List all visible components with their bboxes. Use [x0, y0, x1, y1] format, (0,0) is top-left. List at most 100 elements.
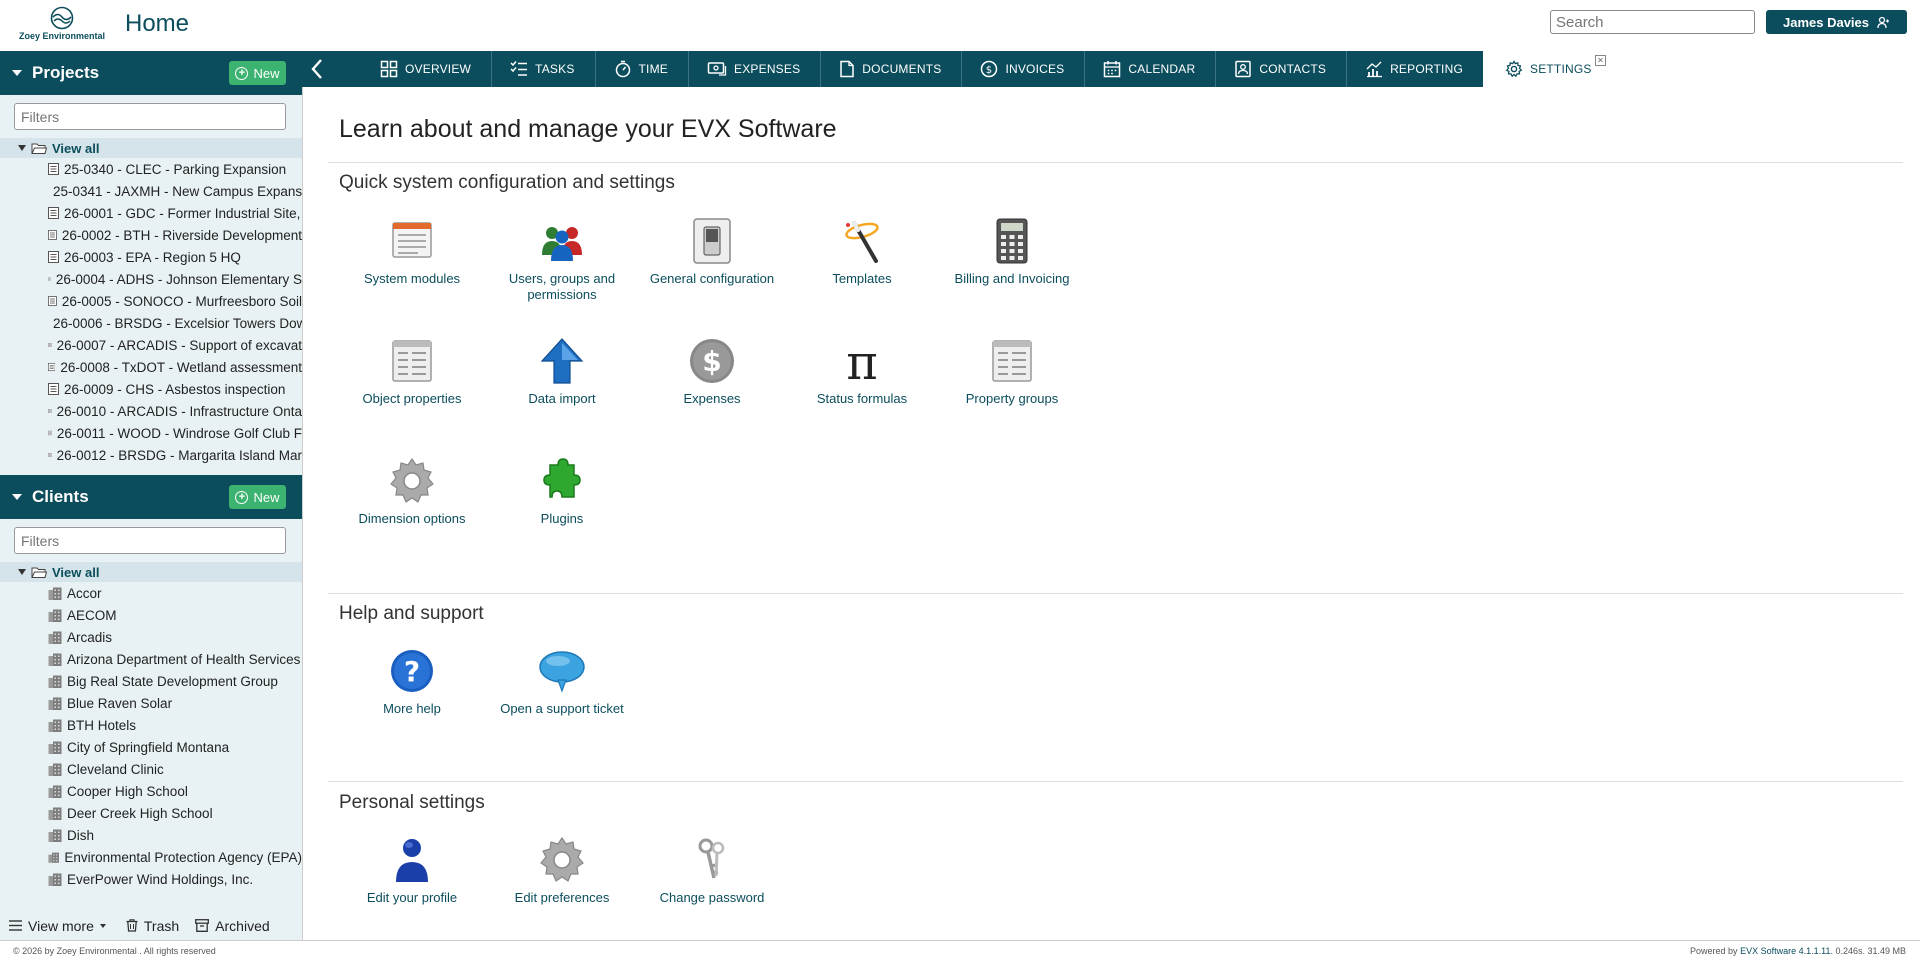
building-icon [48, 697, 62, 710]
tile-data-import[interactable]: Data import [497, 337, 627, 407]
tile-users-groups-permissions[interactable]: Users, groups and permissions [497, 217, 627, 303]
tile-open-support-ticket[interactable]: Open a support ticket [497, 647, 627, 717]
project-item[interactable]: 26-0005 - SONOCO - Murfreesboro Soil [0, 290, 302, 312]
tile-label: Dimension options [358, 511, 466, 526]
project-item[interactable]: 26-0006 - BRSDG - Excelsior Towers Dow [0, 312, 302, 334]
tab-calendar[interactable]: CALENDAR [1084, 51, 1215, 87]
tab-time[interactable]: TIME [594, 51, 688, 87]
project-item[interactable]: 26-0008 - TxDOT - Wetland assessment [0, 356, 302, 378]
client-item[interactable]: Arcadis [0, 626, 302, 648]
project-item[interactable]: 26-0007 - ARCADIS - Support of excavat [0, 334, 302, 356]
tile-edit-preferences[interactable]: Edit preferences [497, 836, 627, 906]
tile-templates[interactable]: Templates [797, 217, 927, 287]
project-item[interactable]: 25-0340 - CLEC - Parking Expansion [0, 158, 302, 180]
tile-label: System modules [363, 271, 461, 286]
collapse-sidebar-button[interactable] [302, 51, 332, 87]
tile-expenses[interactable]: $ Expenses [647, 337, 777, 407]
search-input[interactable] [1551, 12, 1755, 32]
user-menu-button[interactable]: James Davies [1766, 10, 1907, 34]
tile-dimension-options[interactable]: Dimension options [347, 457, 477, 527]
projects-panel-header[interactable]: Projects + New [0, 51, 302, 95]
tree-expand-icon[interactable] [18, 569, 26, 575]
close-tab-button[interactable]: ✕ [1595, 55, 1606, 66]
client-item[interactable]: Blue Raven Solar [0, 692, 302, 714]
sidebar-footer: View more Trash Archived [0, 911, 302, 940]
client-item[interactable]: City of Springfield Montana [0, 736, 302, 758]
client-item[interactable]: BTH Hotels [0, 714, 302, 736]
item-label: 26-0003 - EPA - Region 5 HQ [64, 249, 241, 265]
tab-documents[interactable]: DOCUMENTS [820, 51, 961, 87]
tile-change-password[interactable]: Change password [647, 836, 777, 906]
archived-button[interactable]: Archived [195, 918, 270, 934]
tile-general-configuration[interactable]: General configuration [647, 217, 777, 287]
tile-more-help[interactable]: ? More help [347, 647, 477, 717]
new-client-button[interactable]: + New [229, 485, 286, 509]
client-item[interactable]: Cleveland Clinic [0, 758, 302, 780]
client-item[interactable]: Cooper High School [0, 780, 302, 802]
tab-label: OVERVIEW [405, 62, 472, 76]
clients-view-all[interactable]: View all [0, 562, 302, 582]
users-icon [542, 227, 582, 261]
new-project-button[interactable]: + New [229, 61, 286, 85]
project-doc-icon [48, 277, 51, 281]
search-box [1550, 10, 1755, 34]
project-doc-icon [48, 430, 52, 436]
client-item[interactable]: Environmental Protection Agency (EPA) [0, 846, 302, 868]
tab-expenses[interactable]: EXPENSES [688, 51, 820, 87]
client-item[interactable]: Arizona Department of Health Services [0, 648, 302, 670]
project-item[interactable]: 26-0003 - EPA - Region 5 HQ [0, 246, 302, 268]
client-item[interactable]: Dish [0, 824, 302, 846]
svg-text:$: $ [986, 65, 993, 76]
svg-text:$: $ [702, 345, 721, 378]
collapse-caret-icon[interactable] [12, 70, 22, 76]
calendar-icon [1104, 61, 1121, 78]
powered-brand-link[interactable]: EVX Software 4.1.1.11. [1740, 946, 1833, 956]
project-item[interactable]: 26-0004 - ADHS - Johnson Elementary S [0, 268, 302, 290]
item-label: Deer Creek High School [67, 805, 213, 821]
project-item[interactable]: 26-0012 - BRSDG - Margarita Island Mar [0, 444, 302, 466]
project-item[interactable]: 26-0011 - WOOD - Windrose Golf Club F [0, 422, 302, 444]
tab-overview[interactable]: OVERVIEW [362, 51, 491, 87]
item-label: 26-0009 - CHS - Asbestos inspection [64, 381, 286, 397]
projects-filter-input[interactable] [14, 103, 286, 130]
tree-expand-icon[interactable] [18, 145, 26, 151]
tile-billing-invoicing[interactable]: Billing and Invoicing [947, 217, 1077, 287]
project-item[interactable]: 26-0001 - GDC - Former Industrial Site, [0, 202, 302, 224]
tile-edit-profile[interactable]: Edit your profile [347, 836, 477, 906]
powered-suffix: 0.246s. 31.49 MB [1832, 946, 1906, 956]
tile-property-groups[interactable]: Property groups [947, 337, 1077, 407]
client-item[interactable]: EverPower Wind Holdings, Inc. [0, 868, 302, 890]
item-label: 26-0002 - BTH - Riverside Development [61, 227, 302, 243]
client-item[interactable]: Deer Creek High School [0, 802, 302, 824]
tile-status-formulas[interactable]: π Status formulas [797, 337, 927, 407]
powered-by: Powered by EVX Software 4.1.1.11. 0.246s… [1690, 946, 1906, 956]
client-item[interactable]: AECOM [0, 604, 302, 626]
tile-object-properties[interactable]: Object properties [347, 337, 477, 407]
section-title-personal-settings: Personal settings [339, 792, 485, 813]
project-item[interactable]: 26-0010 - ARCADIS - Infrastructure Onta [0, 400, 302, 422]
projects-view-all[interactable]: View all [0, 138, 302, 158]
tab-tasks[interactable]: TASKS [491, 51, 594, 87]
tab-invoices[interactable]: $ INVOICES [961, 51, 1084, 87]
project-item[interactable]: 26-0002 - BTH - Riverside Development [0, 224, 302, 246]
tab-contacts[interactable]: CONTACTS [1215, 51, 1346, 87]
project-item[interactable]: 26-0009 - CHS - Asbestos inspection [0, 378, 302, 400]
item-label: BTH Hotels [67, 717, 137, 733]
trash-button[interactable]: Trash [126, 918, 179, 934]
project-doc-icon [48, 230, 57, 240]
clients-panel-header[interactable]: Clients + New [0, 475, 302, 519]
view-more-button[interactable]: View more [9, 918, 106, 934]
tile-plugins[interactable]: Plugins [497, 457, 627, 527]
tab-reporting[interactable]: REPORTING [1346, 51, 1483, 87]
item-label: 26-0005 - SONOCO - Murfreesboro Soil [61, 293, 302, 309]
company-logo[interactable]: Zoey Environmental [14, 6, 110, 46]
tile-label: Open a support ticket [500, 701, 624, 716]
client-item[interactable]: Accor [0, 582, 302, 604]
client-item[interactable]: Big Real State Development Group [0, 670, 302, 692]
item-label: Accor [67, 585, 102, 601]
project-item[interactable]: 25-0341 - JAXMH - New Campus Expansion [0, 180, 302, 202]
collapse-caret-icon[interactable] [12, 494, 22, 500]
tile-system-modules[interactable]: System modules [347, 217, 477, 287]
clients-filter-input[interactable] [14, 527, 286, 554]
tab-label: EXPENSES [734, 62, 801, 76]
